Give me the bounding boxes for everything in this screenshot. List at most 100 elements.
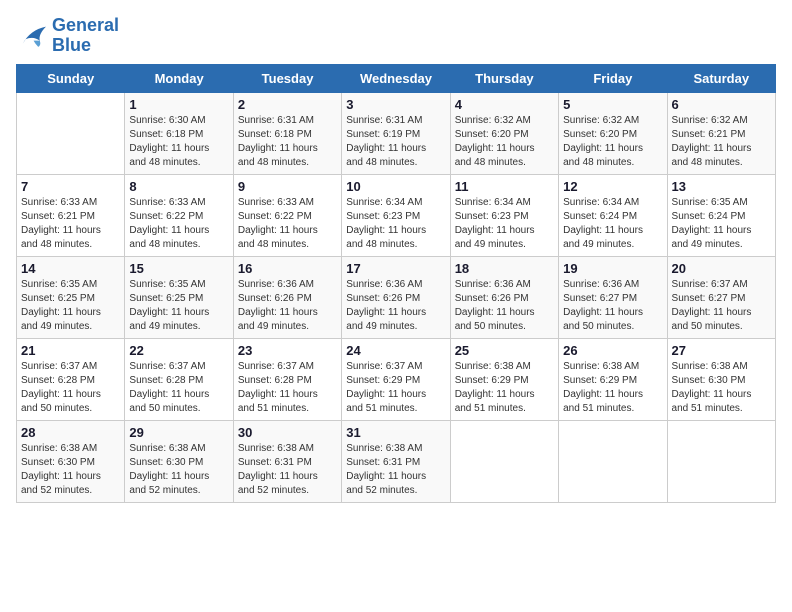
calendar-cell: 9 Sunrise: 6:33 AM Sunset: 6:22 PM Daylig… [233, 174, 341, 256]
day-number: 26 [563, 343, 662, 358]
day-detail: Sunrise: 6:34 AM Sunset: 6:23 PM Dayligh… [346, 196, 445, 252]
weekday-header-cell: Wednesday [342, 64, 450, 92]
weekday-header-cell: Thursday [450, 64, 558, 92]
day-number: 31 [346, 425, 445, 440]
day-detail: Sunrise: 6:37 AM Sunset: 6:28 PM Dayligh… [21, 360, 120, 416]
day-detail: Sunrise: 6:34 AM Sunset: 6:24 PM Dayligh… [563, 196, 662, 252]
calendar-cell: 28Sunrise: 6:38 AM Sunset: 6:30 PM Dayli… [17, 420, 125, 502]
day-detail: Sunrise: 6:38 AM Sunset: 6:30 PM Dayligh… [672, 360, 771, 416]
calendar-cell: 6Sunrise: 6:32 AM Sunset: 6:21 PM Daylig… [667, 92, 775, 174]
calendar-cell: 29 Sunrise: 6:38 AM Sunset: 6:30 PM Dayli… [125, 420, 233, 502]
calendar-cell [667, 420, 775, 502]
day-detail: Sunrise: 6:33 AM Sunset: 6:21 PM Dayligh… [21, 196, 120, 252]
day-number: 18 [455, 261, 554, 276]
calendar-cell: 21 Sunrise: 6:37 AM Sunset: 6:28 PM Dayli… [17, 338, 125, 420]
calendar-cell: 1 Sunrise: 6:30 AM Sunset: 6:18 PM Daylig… [125, 92, 233, 174]
day-number: 29 [129, 425, 228, 440]
calendar-table: SundayMondayTuesdayWednesdayThursdayFrid… [16, 64, 776, 503]
day-number: 21 [21, 343, 120, 358]
day-number: 6 [672, 97, 771, 112]
calendar-cell: 20 Sunrise: 6:37 AM Sunset: 6:27 PM Dayli… [667, 256, 775, 338]
calendar-cell: 5Sunrise: 6:32 AM Sunset: 6:20 PM Daylig… [559, 92, 667, 174]
day-number: 4 [455, 97, 554, 112]
day-number: 8 [129, 179, 228, 194]
day-detail: Sunrise: 6:36 AM Sunset: 6:27 PM Dayligh… [563, 278, 662, 334]
day-detail: Sunrise: 6:35 AM Sunset: 6:25 PM Dayligh… [21, 278, 120, 334]
calendar-cell: 18 Sunrise: 6:36 AM Sunset: 6:26 PM Dayli… [450, 256, 558, 338]
calendar-cell: 19 Sunrise: 6:36 AM Sunset: 6:27 PM Dayli… [559, 256, 667, 338]
day-number: 30 [238, 425, 337, 440]
calendar-cell: 13 Sunrise: 6:35 AM Sunset: 6:24 PM Dayli… [667, 174, 775, 256]
calendar-body: 1 Sunrise: 6:30 AM Sunset: 6:18 PM Daylig… [17, 92, 776, 502]
page-container: General Blue SundayMondayTuesdayWednesda… [16, 16, 776, 503]
day-detail: Sunrise: 6:36 AM Sunset: 6:26 PM Dayligh… [238, 278, 337, 334]
day-number: 9 [238, 179, 337, 194]
day-detail: Sunrise: 6:38 AM Sunset: 6:29 PM Dayligh… [455, 360, 554, 416]
calendar-cell: 25 Sunrise: 6:38 AM Sunset: 6:29 PM Dayli… [450, 338, 558, 420]
calendar-cell: 27 Sunrise: 6:38 AM Sunset: 6:30 PM Dayli… [667, 338, 775, 420]
calendar-cell: 14Sunrise: 6:35 AM Sunset: 6:25 PM Dayli… [17, 256, 125, 338]
calendar-cell: 15 Sunrise: 6:35 AM Sunset: 6:25 PM Dayli… [125, 256, 233, 338]
weekday-header-row: SundayMondayTuesdayWednesdayThursdayFrid… [17, 64, 776, 92]
day-number: 28 [21, 425, 120, 440]
day-detail: Sunrise: 6:32 AM Sunset: 6:20 PM Dayligh… [455, 114, 554, 170]
day-detail: Sunrise: 6:37 AM Sunset: 6:29 PM Dayligh… [346, 360, 445, 416]
calendar-cell [450, 420, 558, 502]
day-number: 10 [346, 179, 445, 194]
day-detail: Sunrise: 6:31 AM Sunset: 6:18 PM Dayligh… [238, 114, 337, 170]
calendar-week-row: 28 Sunrise: 6:38 AM Sunset: 6:30 PM Dayli… [17, 420, 776, 502]
day-number: 2 [238, 97, 337, 112]
calendar-cell: 2 Sunrise: 6:31 AM Sunset: 6:18 PM Daylig… [233, 92, 341, 174]
calendar-cell: 26Sunrise: 6:38 AM Sunset: 6:29 PM Dayli… [559, 338, 667, 420]
day-detail: Sunrise: 6:34 AM Sunset: 6:23 PM Dayligh… [455, 196, 554, 252]
day-detail: Sunrise: 6:33 AM Sunset: 6:22 PM Dayligh… [238, 196, 337, 252]
calendar-cell: 4 Sunrise: 6:32 AM Sunset: 6:20 PM Daylig… [450, 92, 558, 174]
day-detail: Sunrise: 6:36 AM Sunset: 6:26 PM Dayligh… [346, 278, 445, 334]
day-number: 17 [346, 261, 445, 276]
calendar-cell: 8 Sunrise: 6:33 AM Sunset: 6:22 PM Daylig… [125, 174, 233, 256]
calendar-cell: 16 Sunrise: 6:36 AM Sunset: 6:26 PM Dayli… [233, 256, 341, 338]
weekday-header-cell: Sunday [17, 64, 125, 92]
day-detail: Sunrise: 6:38 AM Sunset: 6:30 PM Dayligh… [129, 442, 228, 498]
day-detail: Sunrise: 6:38 AM Sunset: 6:31 PM Dayligh… [238, 442, 337, 498]
calendar-cell: 3 Sunrise: 6:31 AM Sunset: 6:19 PM Daylig… [342, 92, 450, 174]
calendar-cell [559, 420, 667, 502]
day-number: 27 [672, 343, 771, 358]
calendar-cell: 17 Sunrise: 6:36 AM Sunset: 6:26 PM Dayli… [342, 256, 450, 338]
day-number: 19 [563, 261, 662, 276]
day-detail: Sunrise: 6:30 AM Sunset: 6:18 PM Dayligh… [129, 114, 228, 170]
day-detail: Sunrise: 6:35 AM Sunset: 6:24 PM Dayligh… [672, 196, 771, 252]
calendar-week-row: 14Sunrise: 6:35 AM Sunset: 6:25 PM Dayli… [17, 256, 776, 338]
day-detail: Sunrise: 6:36 AM Sunset: 6:26 PM Dayligh… [455, 278, 554, 334]
day-number: 1 [129, 97, 228, 112]
logo-text: General Blue [52, 16, 119, 56]
day-detail: Sunrise: 6:37 AM Sunset: 6:28 PM Dayligh… [129, 360, 228, 416]
day-detail: Sunrise: 6:31 AM Sunset: 6:19 PM Dayligh… [346, 114, 445, 170]
calendar-cell: 31Sunrise: 6:38 AM Sunset: 6:31 PM Dayli… [342, 420, 450, 502]
calendar-cell: 12Sunrise: 6:34 AM Sunset: 6:24 PM Dayli… [559, 174, 667, 256]
day-number: 13 [672, 179, 771, 194]
day-detail: Sunrise: 6:33 AM Sunset: 6:22 PM Dayligh… [129, 196, 228, 252]
day-number: 11 [455, 179, 554, 194]
calendar-cell [17, 92, 125, 174]
day-detail: Sunrise: 6:37 AM Sunset: 6:28 PM Dayligh… [238, 360, 337, 416]
day-number: 20 [672, 261, 771, 276]
calendar-cell: 23 Sunrise: 6:37 AM Sunset: 6:28 PM Dayli… [233, 338, 341, 420]
day-number: 3 [346, 97, 445, 112]
calendar-cell: 24Sunrise: 6:37 AM Sunset: 6:29 PM Dayli… [342, 338, 450, 420]
logo-bird-icon [16, 22, 48, 50]
logo: General Blue [16, 16, 119, 56]
calendar-cell: 7 Sunrise: 6:33 AM Sunset: 6:21 PM Daylig… [17, 174, 125, 256]
calendar-cell: 10 Sunrise: 6:34 AM Sunset: 6:23 PM Dayli… [342, 174, 450, 256]
day-number: 7 [21, 179, 120, 194]
day-number: 16 [238, 261, 337, 276]
calendar-cell: 11 Sunrise: 6:34 AM Sunset: 6:23 PM Dayli… [450, 174, 558, 256]
day-number: 23 [238, 343, 337, 358]
day-detail: Sunrise: 6:37 AM Sunset: 6:27 PM Dayligh… [672, 278, 771, 334]
weekday-header-cell: Monday [125, 64, 233, 92]
day-number: 25 [455, 343, 554, 358]
day-number: 15 [129, 261, 228, 276]
day-number: 5 [563, 97, 662, 112]
day-detail: Sunrise: 6:35 AM Sunset: 6:25 PM Dayligh… [129, 278, 228, 334]
calendar-cell: 22Sunrise: 6:37 AM Sunset: 6:28 PM Dayli… [125, 338, 233, 420]
